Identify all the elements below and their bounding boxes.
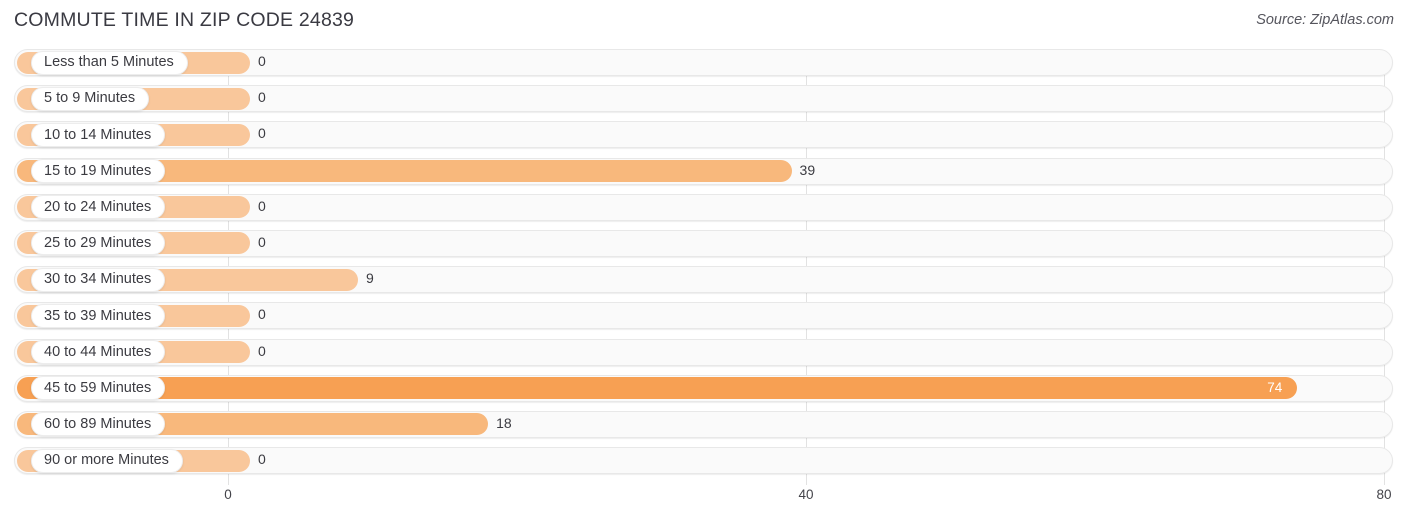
value-label: 74 xyxy=(1267,379,1283,395)
bar-row[interactable]: 45 to 59 Minutes 74 xyxy=(0,370,1406,406)
category-label-pill: 5 to 9 Minutes xyxy=(31,86,150,111)
axis-tick-label: 40 xyxy=(798,487,814,502)
category-label-pill: 30 to 34 Minutes xyxy=(31,267,166,292)
category-label: 35 to 39 Minutes xyxy=(44,307,152,324)
category-label: 5 to 9 Minutes xyxy=(44,90,136,107)
axis-tick-label: 0 xyxy=(224,487,232,502)
category-label: 20 to 24 Minutes xyxy=(44,199,152,215)
source-attribution: Source: ZipAtlas.com xyxy=(1256,12,1394,28)
bar-row[interactable]: 90 or more Minutes 0 xyxy=(0,442,1406,478)
category-label-pill: 20 to 24 Minutes xyxy=(31,195,166,220)
category-label-pill: 90 or more Minutes xyxy=(31,448,183,473)
x-axis: 0 40 80 xyxy=(0,485,1406,523)
category-label: 90 or more Minutes xyxy=(44,452,169,469)
category-label-pill: 15 to 19 Minutes xyxy=(31,159,166,184)
value-label: 18 xyxy=(496,414,512,431)
category-label-pill: 25 to 29 Minutes xyxy=(31,231,166,256)
page-title: COMMUTE TIME IN ZIP CODE 24839 xyxy=(14,9,355,31)
bar-row[interactable]: 5 to 9 Minutes 0 xyxy=(0,80,1406,116)
value-label: 39 xyxy=(799,161,816,178)
bar-row[interactable]: 15 to 19 Minutes 39 xyxy=(0,153,1406,189)
bar-row[interactable]: 35 to 39 Minutes 0 xyxy=(0,297,1406,333)
category-label: 45 to 59 Minutes xyxy=(44,379,152,396)
category-label: 10 to 14 Minutes xyxy=(44,126,152,143)
category-label-pill: 10 to 14 Minutes xyxy=(31,122,166,147)
bar-rows: Less than 5 Minutes 0 5 to 9 Minutes 0 10 to… xyxy=(0,44,1406,478)
category-label: 60 to 89 Minutes xyxy=(44,416,152,433)
category-label: 25 to 29 Minutes xyxy=(44,235,152,252)
bar-row[interactable]: 20 to 24 Minutes 0 xyxy=(0,189,1406,225)
value-bar xyxy=(17,377,1298,400)
value-label: 0 xyxy=(258,125,266,142)
category-label-pill: Less than 5 Minutes xyxy=(31,50,188,75)
value-label: 0 xyxy=(258,53,266,69)
bar-row[interactable]: 60 to 89 Minutes 18 xyxy=(0,406,1406,442)
value-label: 0 xyxy=(258,233,266,250)
value-label: 0 xyxy=(258,451,266,468)
bar-row[interactable]: 10 to 14 Minutes 0 xyxy=(0,116,1406,152)
chart-header: COMMUTE TIME IN ZIP CODE 24839 Source: Z… xyxy=(0,0,1406,44)
category-label: 30 to 34 Minutes xyxy=(44,271,152,288)
chart-plot-area: Less than 5 Minutes 0 5 to 9 Minutes 0 10 to… xyxy=(0,44,1406,485)
bar-row[interactable]: 25 to 29 Minutes 0 xyxy=(0,225,1406,261)
value-label: 0 xyxy=(258,342,266,359)
value-label: 0 xyxy=(258,197,266,214)
category-label-pill: 35 to 39 Minutes xyxy=(31,303,166,328)
value-label: 0 xyxy=(258,89,266,106)
axis-tick-label: 80 xyxy=(1376,487,1392,502)
value-label: 9 xyxy=(366,270,374,287)
category-label-pill: 60 to 89 Minutes xyxy=(31,412,166,437)
category-label: 15 to 19 Minutes xyxy=(44,162,152,179)
bar-row[interactable]: 30 to 34 Minutes 9 xyxy=(0,261,1406,297)
bar-row[interactable]: 40 to 44 Minutes 0 xyxy=(0,334,1406,370)
bar-row[interactable]: Less than 5 Minutes 0 xyxy=(0,44,1406,80)
category-label: 40 to 44 Minutes xyxy=(44,343,152,360)
category-label-pill: 45 to 59 Minutes xyxy=(31,376,166,401)
category-label-pill: 40 to 44 Minutes xyxy=(31,340,166,364)
value-label: 0 xyxy=(258,306,266,323)
category-label: Less than 5 Minutes xyxy=(44,54,174,71)
